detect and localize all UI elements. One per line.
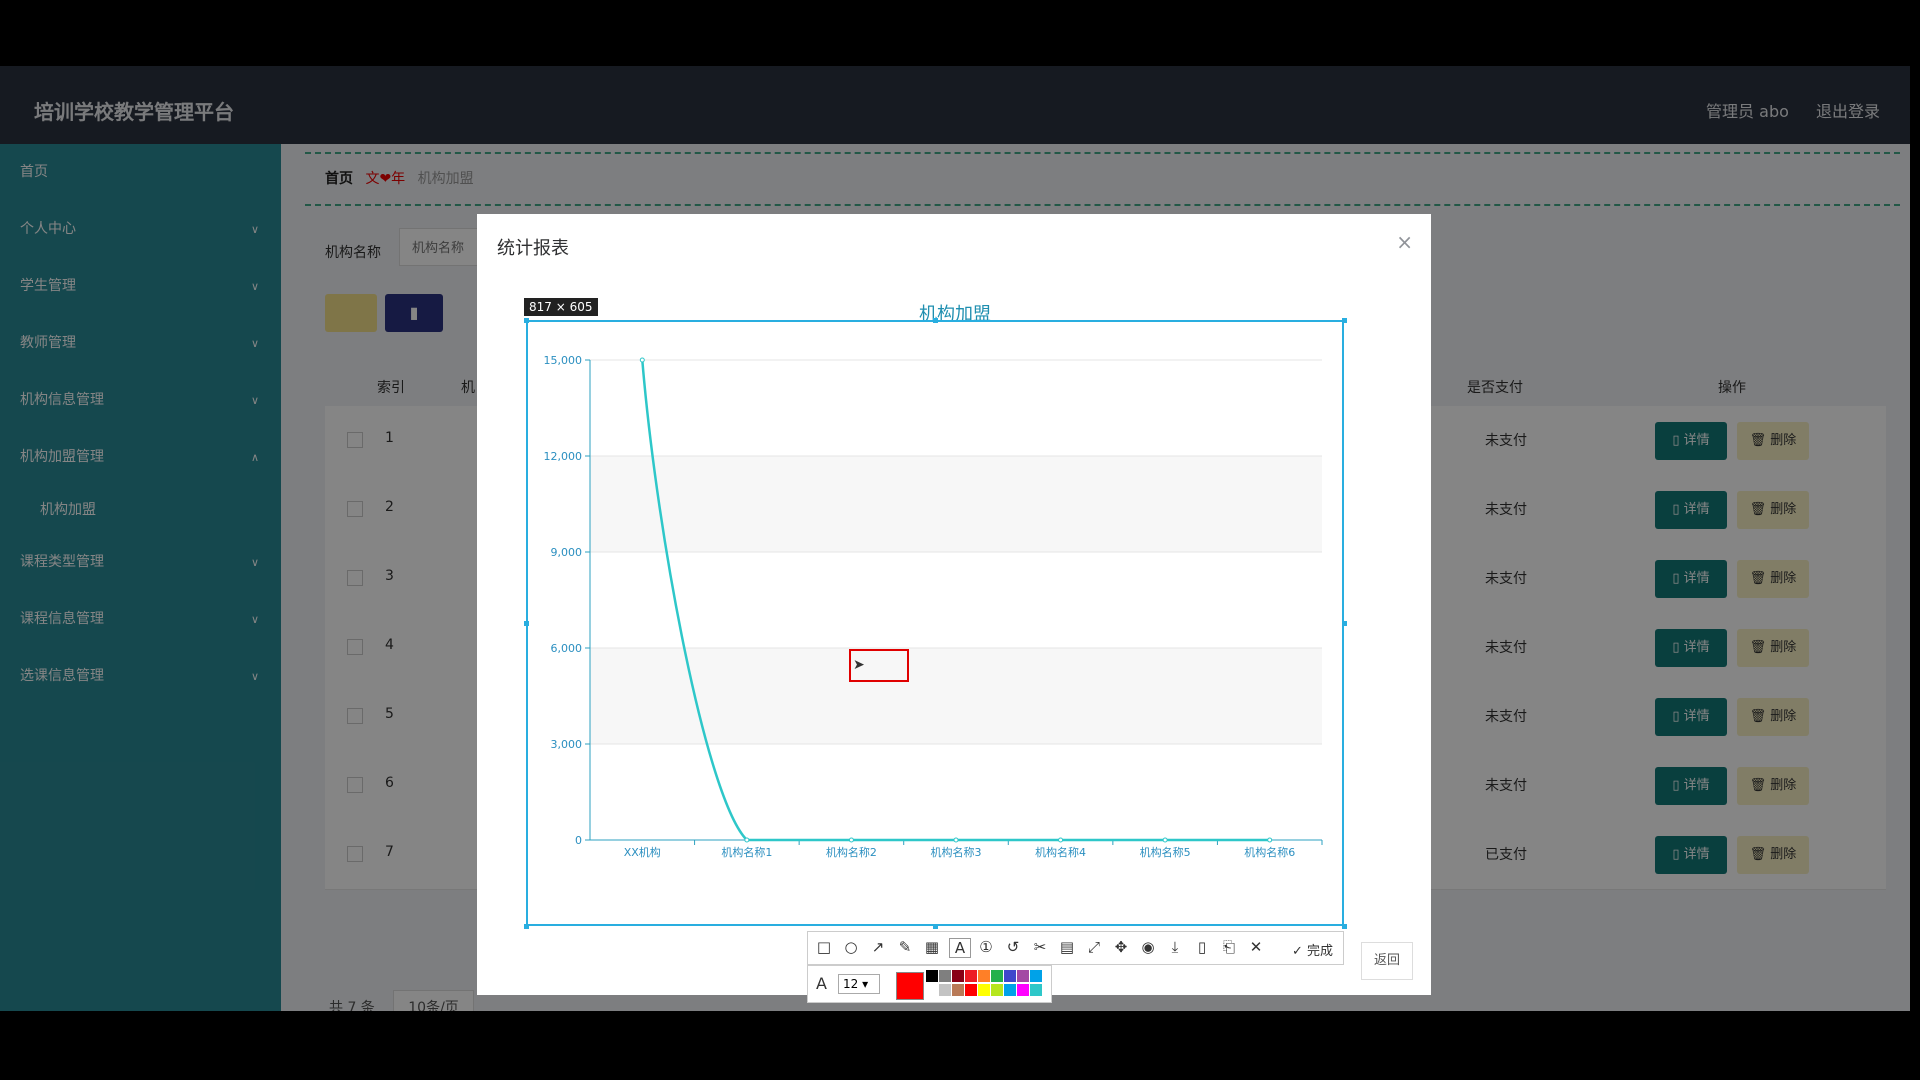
arrow-icon[interactable]: ↗ xyxy=(868,938,888,956)
color-swatch[interactable] xyxy=(991,970,1003,982)
resize-handle[interactable] xyxy=(524,318,529,323)
capture-size-label: 817 × 605 xyxy=(524,298,598,316)
rectangle-icon[interactable]: □ xyxy=(814,938,834,956)
cancel-icon[interactable]: ✕ xyxy=(1246,938,1266,956)
done-button[interactable]: ✓ 完成 xyxy=(1292,940,1333,959)
capture-toolbar: □ ○ ↗ ✎ ▦ A ① ↺ ✂ ▤ ⤢ ✥ ◉ ⤓ ▯ ⎗ ✕ ✓ 完成 xyxy=(807,931,1344,965)
pencil-icon[interactable]: ✎ xyxy=(895,938,915,956)
color-swatch[interactable] xyxy=(991,984,1003,996)
font-size-select[interactable]: 12 ▾ xyxy=(838,974,880,994)
cursor-icon: ➤ xyxy=(853,657,865,673)
color-swatch[interactable] xyxy=(965,984,977,996)
ocr-icon[interactable]: ▤ xyxy=(1057,938,1077,956)
resize-handle[interactable] xyxy=(1342,924,1347,929)
x-tick-label: XX机构 xyxy=(624,845,661,859)
long-capture-icon[interactable]: ⤢ xyxy=(1084,938,1104,956)
resize-handle[interactable] xyxy=(524,924,529,929)
save-icon[interactable]: ▯ xyxy=(1192,938,1212,956)
data-point xyxy=(1058,837,1064,843)
x-tick-label: 机构名称6 xyxy=(1244,845,1295,859)
color-swatch[interactable] xyxy=(978,984,990,996)
current-color-swatch[interactable] xyxy=(896,972,924,1000)
color-swatch[interactable] xyxy=(952,984,964,996)
y-tick-label: 0 xyxy=(575,834,582,847)
text-style-panel: A 12 ▾ xyxy=(807,965,1052,1003)
color-swatch[interactable] xyxy=(1030,970,1042,982)
line-chart: 0 3,000 6,000 9,000 12,000 15,000 XX机构 机构名称1 机构名… xyxy=(544,354,1323,859)
color-swatch[interactable] xyxy=(926,970,938,982)
data-point xyxy=(1267,837,1273,843)
x-tick-label: 机构名称1 xyxy=(721,845,772,859)
data-point xyxy=(848,837,854,843)
color-swatch[interactable] xyxy=(1004,970,1016,982)
y-tick-label: 6,000 xyxy=(551,642,583,655)
data-point xyxy=(639,357,645,363)
color-swatch[interactable] xyxy=(939,984,951,996)
mosaic-icon[interactable]: ▦ xyxy=(922,938,942,956)
text-icon[interactable]: A xyxy=(949,938,971,958)
color-swatch[interactable] xyxy=(978,970,990,982)
resize-handle[interactable] xyxy=(1342,621,1347,626)
undo-icon[interactable]: ↺ xyxy=(1003,938,1023,956)
color-swatch[interactable] xyxy=(1030,984,1042,996)
y-tick-label: 15,000 xyxy=(544,354,583,367)
resize-handle[interactable] xyxy=(933,318,938,323)
color-swatch[interactable] xyxy=(965,970,977,982)
y-tick-label: 3,000 xyxy=(551,738,583,751)
back-button[interactable]: 返回 xyxy=(1361,942,1413,980)
close-icon[interactable]: × xyxy=(1396,230,1413,254)
grid-band xyxy=(590,456,1322,552)
y-tick-label: 12,000 xyxy=(544,450,583,463)
number-icon[interactable]: ① xyxy=(976,938,996,956)
bookmark-icon[interactable]: ⎗ xyxy=(1219,938,1239,956)
ellipse-icon[interactable]: ○ xyxy=(841,938,861,956)
record-icon[interactable]: ◉ xyxy=(1138,938,1158,956)
y-tick-label: 9,000 xyxy=(551,546,583,559)
data-point xyxy=(953,837,959,843)
dialog-title: 统计报表 xyxy=(497,238,569,259)
resize-handle[interactable] xyxy=(1342,318,1347,323)
color-swatch[interactable] xyxy=(926,984,938,996)
grid-band xyxy=(590,648,1322,744)
font-icon: A xyxy=(816,974,827,993)
color-swatch[interactable] xyxy=(952,970,964,982)
capture-selection[interactable]: 0 3,000 6,000 9,000 12,000 15,000 XX机构 机构名称1 机构名… xyxy=(526,320,1344,926)
color-swatch[interactable] xyxy=(1017,984,1029,996)
data-point xyxy=(1162,837,1168,843)
resize-handle[interactable] xyxy=(524,621,529,626)
pin-icon[interactable]: ✥ xyxy=(1111,938,1131,956)
color-swatch[interactable] xyxy=(939,970,951,982)
series-line xyxy=(641,359,1270,842)
x-tick-label: 机构名称5 xyxy=(1140,845,1191,859)
x-tick-label: 机构名称4 xyxy=(1035,845,1086,859)
x-tick-label: 机构名称3 xyxy=(931,845,982,859)
color-swatch[interactable] xyxy=(1017,970,1029,982)
x-tick-label: 机构名称2 xyxy=(826,845,877,859)
scissors-icon[interactable]: ✂ xyxy=(1030,938,1050,956)
download-icon[interactable]: ⤓ xyxy=(1165,938,1185,956)
check-icon: ✓ xyxy=(1291,944,1307,959)
color-swatch[interactable] xyxy=(1004,984,1016,996)
resize-handle[interactable] xyxy=(933,924,938,929)
data-point xyxy=(744,837,750,843)
